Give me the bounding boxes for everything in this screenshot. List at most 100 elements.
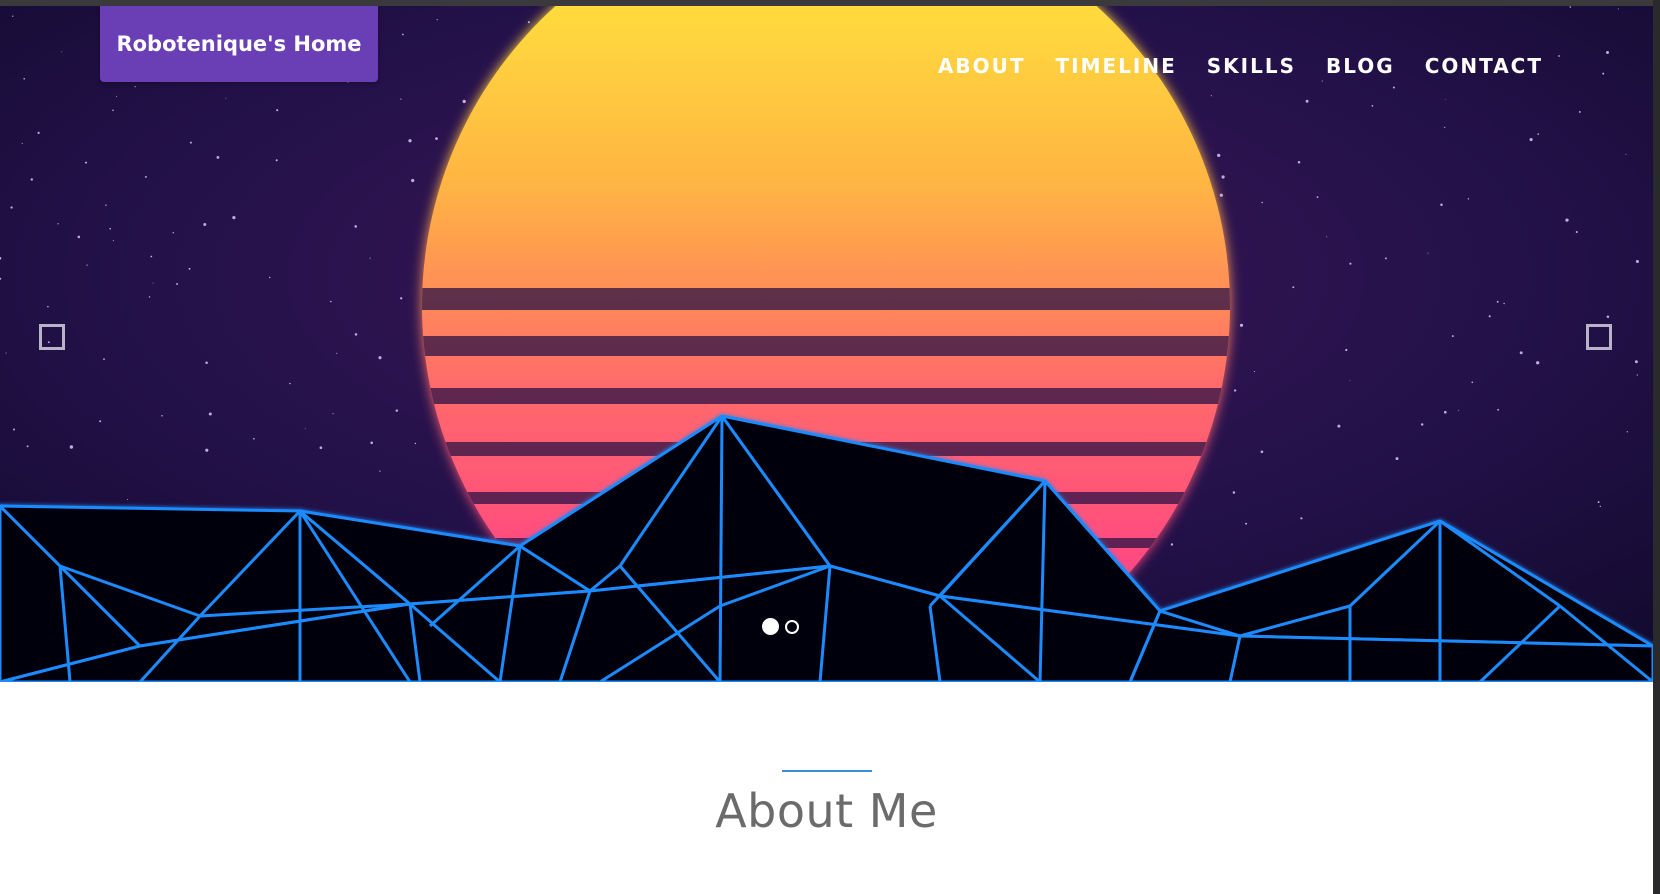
star-dot (1349, 380, 1351, 382)
star-dot (332, 413, 334, 415)
star-dot (1221, 175, 1225, 179)
star-dot (304, 428, 306, 429)
star-dot (1395, 457, 1399, 461)
star-dot (1371, 105, 1374, 107)
star-dot (1305, 99, 1309, 103)
star-dot (144, 175, 147, 178)
star-dot (216, 156, 220, 159)
star-dot (5, 352, 7, 354)
star-dot (12, 15, 14, 17)
star-dot (1443, 410, 1447, 414)
site-brand-link[interactable]: Robotenique's Home (100, 6, 378, 82)
star-dot (1636, 374, 1638, 376)
star-dot (435, 137, 438, 140)
star-dot (1537, 133, 1539, 135)
nav-item-contact[interactable]: CONTACT (1425, 54, 1543, 78)
star-dot (329, 300, 332, 303)
star-dot (1599, 505, 1602, 507)
carousel-prev-icon[interactable] (39, 324, 65, 350)
star-dot (225, 97, 227, 99)
carousel-indicator-1[interactable] (762, 618, 779, 635)
nav-item-timeline[interactable]: TIMELINE (1056, 54, 1177, 78)
star-dot (1444, 126, 1446, 128)
star-dot (61, 51, 63, 53)
star-dot (1219, 193, 1223, 197)
nav-item-skills[interactable]: SKILLS (1207, 54, 1296, 78)
star-dot (1232, 491, 1236, 494)
star-dot (109, 227, 111, 230)
star-dot (1565, 218, 1569, 222)
star-dot (69, 445, 74, 449)
star-dot (152, 282, 154, 284)
star-dot (176, 283, 179, 285)
star-dot (462, 99, 466, 104)
star-dot (232, 216, 236, 220)
star-dot (203, 223, 207, 226)
star-dot (400, 297, 403, 300)
star-dot (23, 77, 26, 80)
star-dot (112, 240, 114, 242)
star-dot (1233, 389, 1237, 392)
star-dot (402, 33, 404, 36)
star-dot (1392, 86, 1395, 89)
star-dot (1300, 517, 1303, 520)
star-dot (189, 141, 192, 144)
star-dot (161, 414, 163, 417)
star-dot (1451, 335, 1454, 338)
star-dot (1427, 252, 1429, 254)
window-right-edge (1653, 0, 1660, 894)
star-dot (112, 109, 114, 112)
star-dot (150, 255, 153, 258)
star-dot (1345, 348, 1348, 352)
star-dot (37, 131, 40, 135)
star-dot (1337, 424, 1341, 428)
star-dot (1260, 450, 1264, 454)
star-dot (188, 267, 191, 270)
star-dot (408, 139, 412, 143)
star-dot (134, 86, 136, 88)
star-dot (1578, 110, 1581, 113)
star-dot (1497, 408, 1500, 411)
star-dot (205, 361, 208, 364)
star-dot (99, 420, 102, 423)
star-dot (276, 109, 279, 112)
star-dot (378, 356, 382, 360)
star-dot (1575, 230, 1578, 234)
nav-item-blog[interactable]: BLOG (1326, 54, 1395, 78)
star-dot (30, 178, 33, 181)
star-dot (411, 178, 415, 183)
star-dot (105, 204, 107, 206)
star-dot (103, 358, 105, 360)
star-dot (1634, 360, 1638, 364)
star-dot (1326, 236, 1328, 238)
star-dot (1239, 323, 1244, 327)
star-dot (253, 437, 255, 440)
star-dot (148, 296, 151, 298)
star-dot (1245, 522, 1248, 525)
star-dot (1217, 153, 1221, 158)
nav-item-about[interactable]: ABOUT (938, 54, 1026, 78)
star-dot (436, 19, 438, 21)
star-dot (57, 223, 59, 225)
star-dot (1321, 80, 1323, 82)
star-dot (319, 446, 323, 450)
star-dot (1597, 501, 1600, 504)
hero-synthwave-image (0, 6, 1653, 682)
star-dot (1349, 262, 1352, 265)
star-dot (1440, 203, 1443, 206)
carousel-indicator-2[interactable] (785, 620, 799, 634)
carousel-next-icon[interactable] (1586, 324, 1612, 350)
star-dot (77, 235, 81, 239)
star-dot (21, 142, 23, 144)
star-dot (208, 412, 212, 416)
star-dot (116, 95, 118, 97)
star-dot (1458, 409, 1460, 411)
star-dot (1292, 286, 1295, 289)
star-dot (414, 442, 417, 445)
star-dot (1261, 201, 1263, 204)
star-dot (13, 428, 15, 431)
about-title-rule (782, 770, 872, 772)
star-dot (1496, 300, 1499, 303)
star-dot (1420, 423, 1424, 426)
hero-carousel: Robotenique's Home ABOUT TIMELINE SKILLS… (0, 6, 1653, 682)
